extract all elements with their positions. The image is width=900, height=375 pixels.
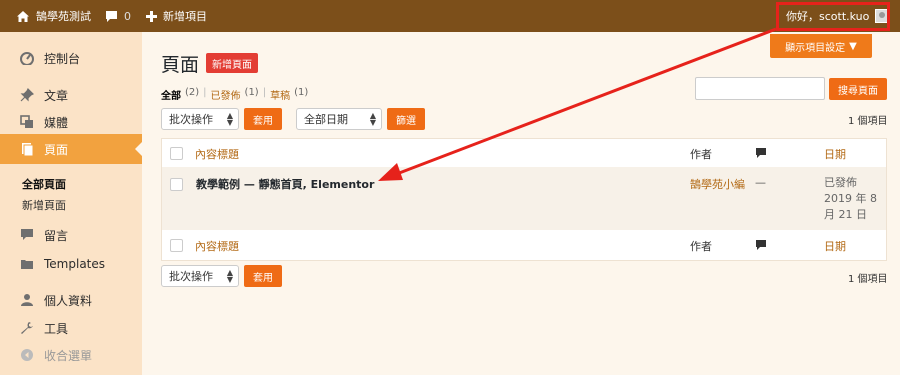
comment-icon: [20, 228, 34, 242]
filter-separator: |: [203, 87, 207, 98]
comment-count: —: [755, 176, 766, 189]
comments-column-icon: [755, 147, 767, 162]
column-title-footer[interactable]: 內容標題: [195, 238, 239, 254]
sidebar-item-media[interactable]: 媒體: [0, 107, 142, 137]
post-title-link[interactable]: 教學範例 — 靜態首頁, Elementor: [196, 176, 374, 192]
bulk-action-value: 批次操作: [169, 270, 213, 283]
screen-options-label: 顯示項目設定: [785, 42, 846, 54]
sidebar-item-label: 留言: [44, 228, 69, 243]
dashboard-icon: [20, 51, 34, 65]
comments-count: 0: [124, 9, 131, 23]
filter-drafts[interactable]: 草稿: [270, 87, 290, 102]
sidebar-item-templates[interactable]: Templates: [0, 249, 142, 279]
apply-button-bottom[interactable]: 套用: [244, 265, 282, 287]
add-new-page-button[interactable]: 新增頁面: [206, 53, 258, 73]
date-status: 已發佈: [824, 176, 857, 189]
sidebar-item-label: 工具: [44, 321, 69, 336]
column-author-header: 作者: [690, 148, 712, 161]
table-row: 教學範例 — 靜態首頁, Elementor 鵠學苑小編 — 已發佈 2019 …: [162, 167, 886, 230]
column-author-footer: 作者: [690, 240, 712, 253]
new-content-label: 新增項目: [163, 10, 207, 23]
select-arrows-icon: ▲ ▼: [226, 111, 233, 127]
item-count-top: 1 個項目: [848, 116, 888, 127]
table-footer-row: 內容標題 作者 日期: [162, 230, 886, 260]
sidebar-item-label: 頁面: [44, 142, 69, 157]
date-cell: 已發佈 2019 年 8 月 21 日: [824, 175, 877, 223]
status-filters: 全部 (2) | 已發佈 (1) | 草稿 (1): [161, 87, 308, 102]
filter-published[interactable]: 已發佈: [211, 87, 241, 102]
pages-table: 內容標題 作者 日期 教學範例 — 靜態首頁, Elementor 鵠學苑小編 …: [161, 138, 887, 261]
column-date-header[interactable]: 日期: [824, 146, 846, 162]
select-arrows-icon: ▲ ▼: [226, 268, 233, 284]
user-icon: [20, 293, 34, 307]
select-arrows-icon: ▲ ▼: [369, 111, 376, 127]
comments-column-icon: [755, 239, 767, 254]
column-date-footer[interactable]: 日期: [824, 238, 846, 254]
sidebar-item-pages[interactable]: 頁面: [0, 134, 142, 164]
wrench-icon: [20, 321, 34, 335]
date-line-1: 2019 年 8: [824, 192, 877, 205]
pin-icon: [20, 88, 34, 102]
sidebar-item-posts[interactable]: 文章: [0, 80, 142, 110]
author-link[interactable]: 鵠學苑小編: [690, 176, 745, 192]
date-filter-select[interactable]: 全部日期 ▲ ▼: [296, 108, 382, 130]
filter-all-count: (2): [185, 87, 200, 98]
comment-bubble-icon: [105, 10, 118, 23]
filter-separator: |: [262, 87, 267, 98]
apply-button-top[interactable]: 套用: [244, 108, 282, 130]
column-title-header[interactable]: 內容標題: [195, 146, 239, 162]
item-count-bottom: 1 個項目: [848, 274, 888, 285]
filter-all[interactable]: 全部: [161, 87, 181, 102]
sidebar-item-label: 個人資料: [44, 293, 93, 308]
filter-published-count: (1): [244, 87, 259, 98]
row-checkbox[interactable]: [170, 178, 183, 191]
page-icon: [20, 142, 34, 156]
select-all-checkbox-footer[interactable]: [170, 239, 183, 252]
collapse-icon: [20, 348, 34, 362]
screen-options-button[interactable]: 顯示項目設定 ▼: [770, 34, 872, 58]
date-line-2: 月 21 日: [824, 208, 867, 221]
sidebar-item-profile[interactable]: 個人資料: [0, 285, 142, 315]
annotation-highlight-box: [776, 2, 890, 31]
select-all-checkbox[interactable]: [170, 147, 183, 160]
date-filter-value: 全部日期: [304, 113, 348, 126]
main-content: 顯示項目設定 ▼ 頁面 新增頁面 全部 (2) | 已發佈 (1) | 草稿 (…: [142, 32, 900, 375]
bulk-action-select-top[interactable]: 批次操作 ▲ ▼: [161, 108, 239, 130]
sidebar-item-label: 收合選單: [44, 348, 93, 363]
comments-link[interactable]: 0: [105, 0, 131, 32]
filter-button[interactable]: 篩選: [387, 108, 425, 130]
folder-icon: [20, 257, 34, 271]
plus-icon: [146, 10, 157, 22]
bulk-action-value: 批次操作: [169, 113, 213, 126]
table-header-row: 內容標題 作者 日期: [162, 139, 886, 167]
admin-bar: 鵠學苑測試 0 新增項目 你好，scott.kuo: [0, 0, 900, 32]
sidebar-item-label: 文章: [44, 88, 69, 103]
caret-down-icon: ▼: [849, 40, 857, 52]
site-name: 鵠學苑測試: [36, 10, 91, 23]
page-title: 頁面: [161, 54, 200, 76]
sidebar-item-label: 控制台: [44, 51, 81, 66]
sidebar-item-dashboard[interactable]: 控制台: [0, 43, 142, 73]
filter-drafts-count: (1): [294, 87, 309, 98]
sidebar-item-tools[interactable]: 工具: [0, 313, 142, 343]
sidebar-item-label: Templates: [44, 257, 106, 271]
sidebar-item-label: 媒體: [44, 115, 69, 130]
search-pages-button[interactable]: 搜尋頁面: [829, 78, 887, 100]
home-icon: [16, 10, 30, 23]
site-name-link[interactable]: 鵠學苑測試: [16, 0, 91, 32]
bulk-action-select-bottom[interactable]: 批次操作 ▲ ▼: [161, 265, 239, 287]
admin-sidebar: 控制台 文章 媒體 頁面 全部頁面 新增頁面 留言 Templates 個人資料…: [0, 32, 142, 375]
media-icon: [20, 115, 34, 129]
search-input[interactable]: [695, 77, 825, 100]
submenu-all-pages[interactable]: 全部頁面: [0, 176, 142, 192]
submenu-add-new-page[interactable]: 新增頁面: [0, 197, 142, 213]
new-content-link[interactable]: 新增項目: [146, 0, 207, 32]
sidebar-collapse-menu[interactable]: 收合選單: [0, 340, 142, 370]
sidebar-item-comments[interactable]: 留言: [0, 220, 142, 250]
